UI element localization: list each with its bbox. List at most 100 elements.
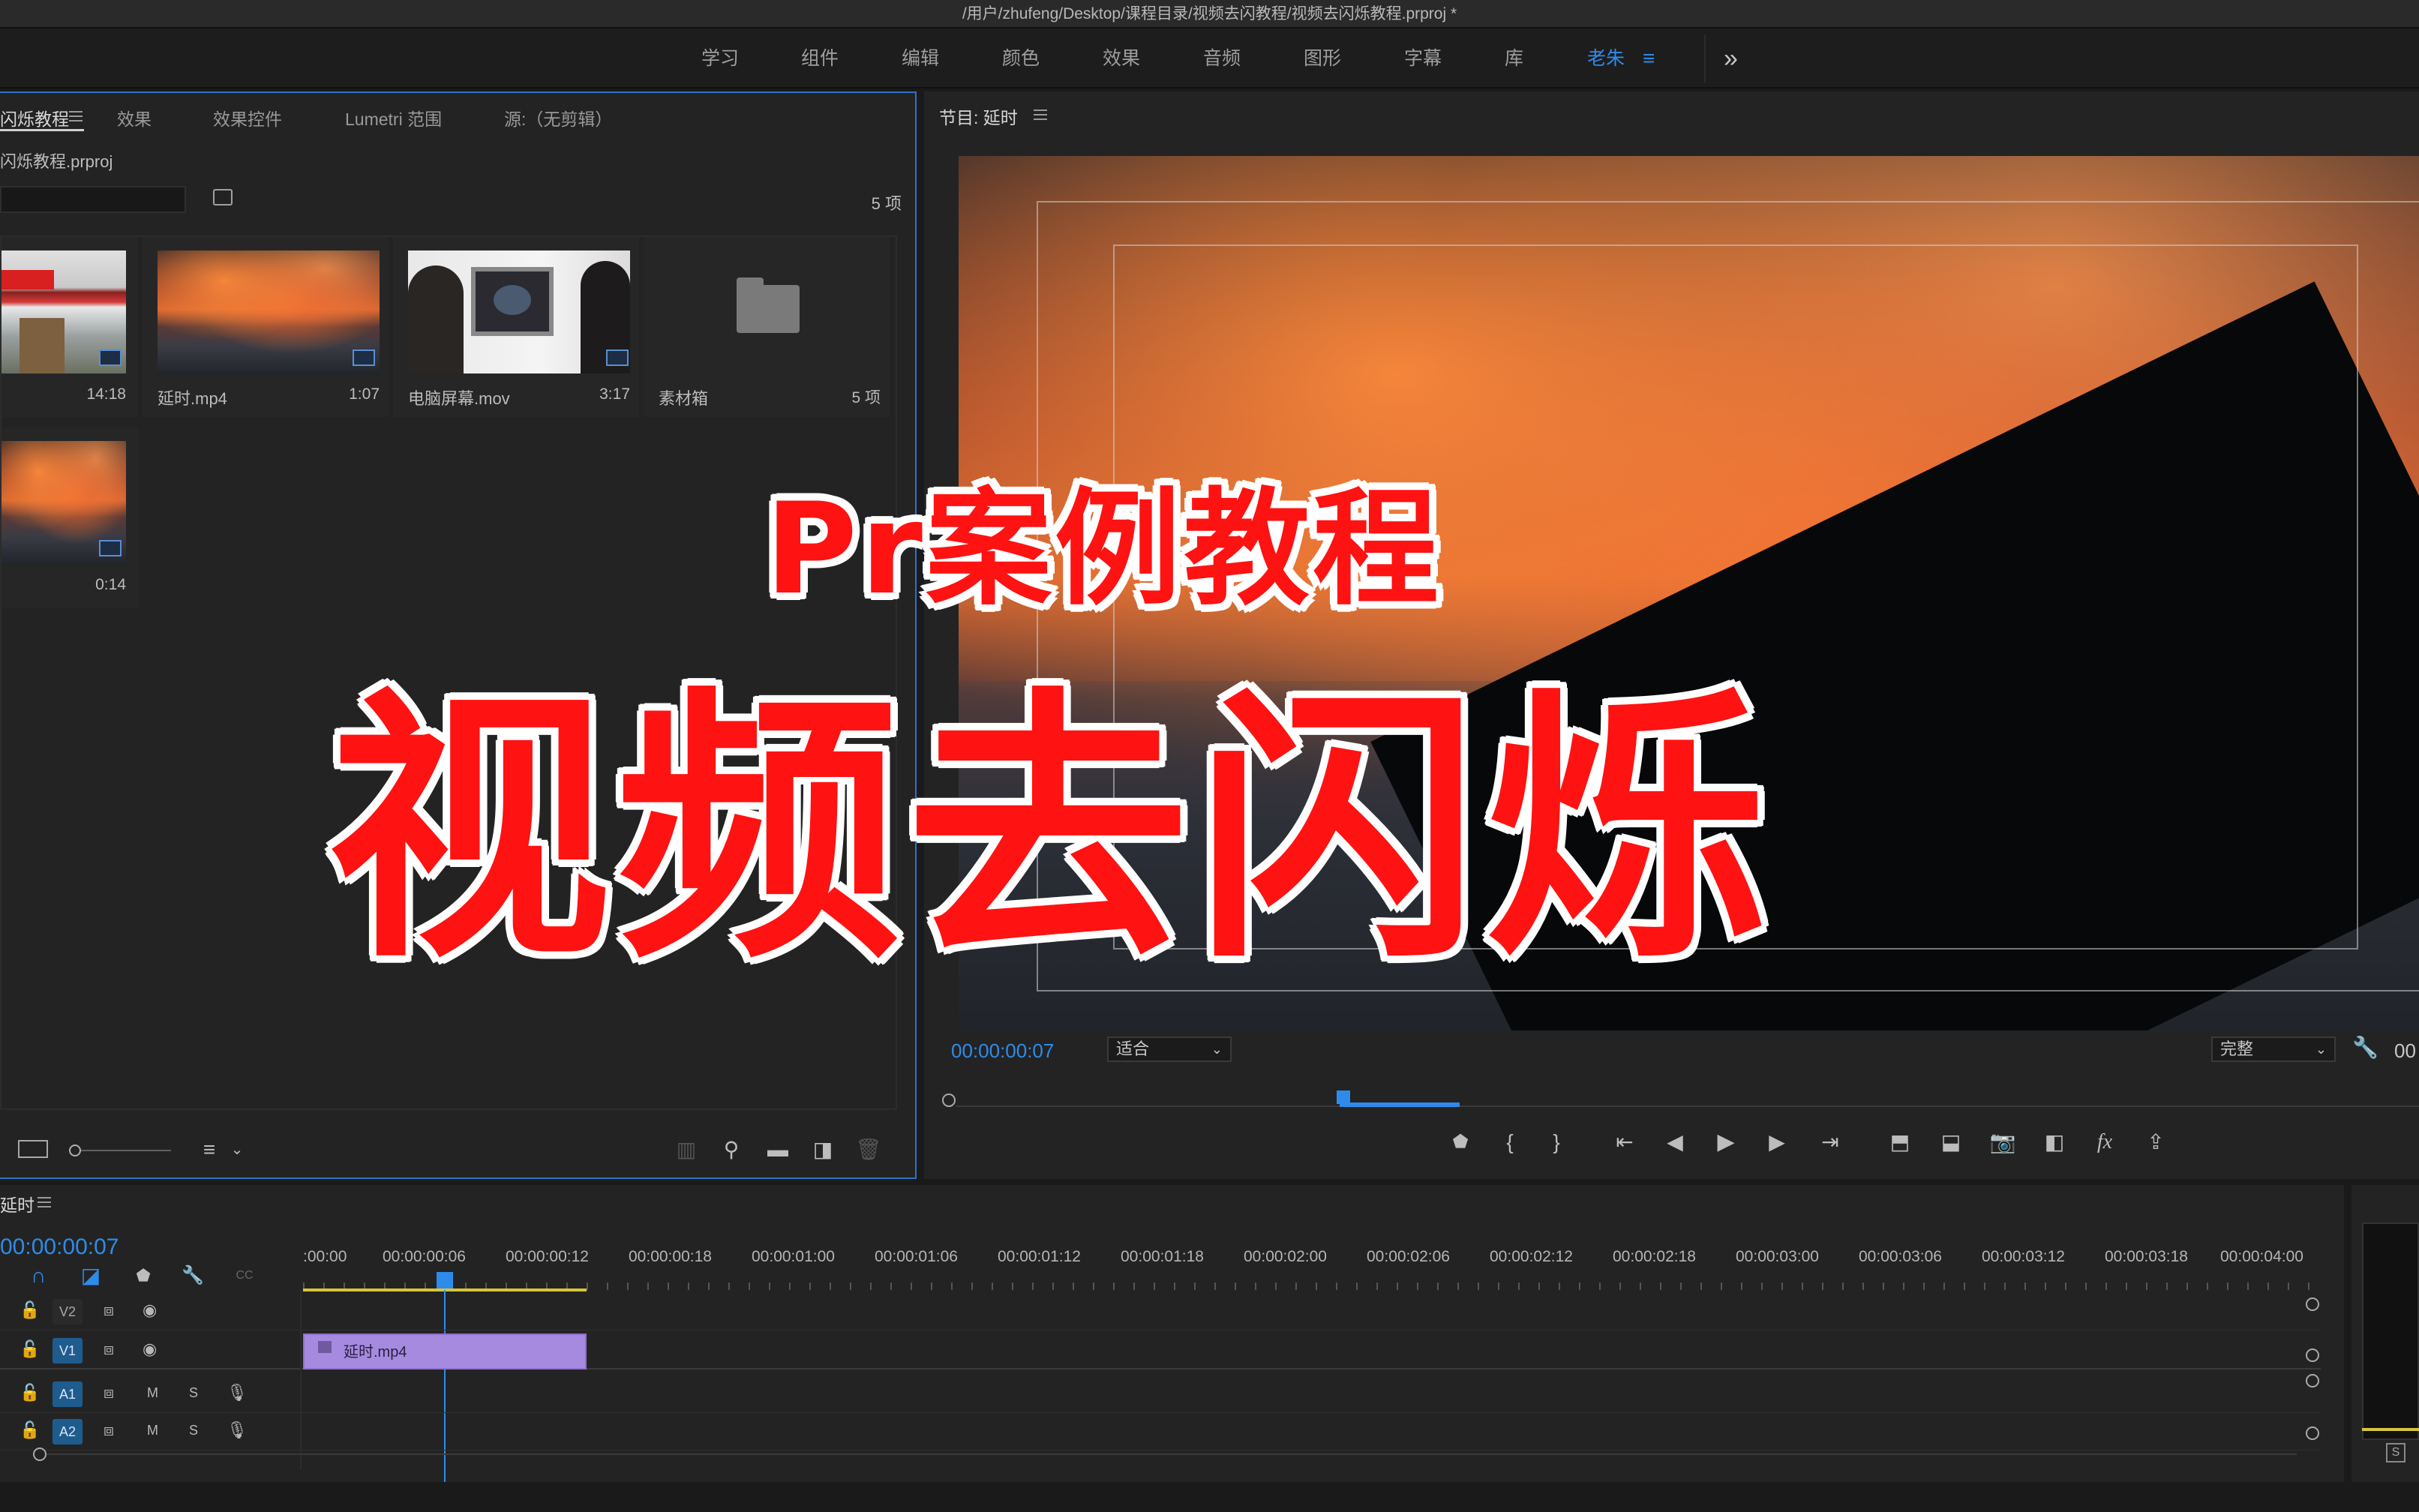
fx-icon[interactable]: fx	[2091, 1131, 2118, 1154]
snap-icon[interactable]: ∩	[27, 1264, 50, 1287]
go-to-in-icon[interactable]: ⇤	[1611, 1131, 1638, 1154]
timeline-settings-icon[interactable]: 🔧	[182, 1264, 204, 1287]
mark-out-icon[interactable]: }	[1545, 1131, 1568, 1154]
tab-project[interactable]: 闪烁教程	[0, 105, 69, 130]
track-a1[interactable]: 🔓 A1 ⧈ M S 🎙	[0, 1376, 2321, 1413]
sort-icon[interactable]: ≡	[198, 1138, 221, 1161]
chevron-down-icon[interactable]: ⌄	[228, 1138, 246, 1161]
lock-icon[interactable]: 🔓	[20, 1338, 40, 1360]
new-item-icon[interactable]: ◨	[812, 1138, 834, 1161]
comparison-view-icon[interactable]: ◧	[2040, 1131, 2069, 1154]
lock-icon[interactable]: 🔓	[20, 1382, 40, 1404]
horizontal-scroll-handle[interactable]	[33, 1448, 47, 1461]
mark-in-icon[interactable]: {	[1499, 1131, 1521, 1154]
workspace-assembly[interactable]: 组件	[801, 44, 839, 74]
solo-button[interactable]: S	[189, 1382, 198, 1404]
lift-icon[interactable]: ⬒	[1886, 1131, 1914, 1154]
panel-menu-icon[interactable]	[38, 1197, 51, 1208]
vertical-scroll-handle-mid[interactable]	[2306, 1348, 2319, 1362]
step-back-icon[interactable]: ◀	[1664, 1131, 1686, 1154]
tab-source[interactable]: 源:（无剪辑）	[504, 105, 612, 130]
workspace-audio[interactable]: 音频	[1203, 44, 1241, 74]
workspace-graphics[interactable]: 图形	[1304, 44, 1341, 74]
project-item-computer-screen[interactable]: 电脑屏幕.mov 3:17	[393, 237, 639, 417]
program-monitor-title[interactable]: 节目: 延时	[939, 104, 1018, 129]
tab-effect-controls[interactable]: 效果控件	[213, 105, 282, 130]
export-frame-icon[interactable]: 📷	[1989, 1131, 2016, 1154]
captions-icon[interactable]: CC	[231, 1264, 258, 1287]
project-item-sequence[interactable]: 0:14	[2, 428, 138, 608]
workspace-editing[interactable]: 编辑	[902, 44, 939, 74]
vertical-scroll-handle-top[interactable]	[2306, 1298, 2319, 1311]
time-ruler[interactable]: :00:00 00:00:00:06 00:00:00:12 00:00:00:…	[303, 1248, 2321, 1293]
program-mini-ruler[interactable]	[942, 1088, 2419, 1112]
program-timecode[interactable]: 00:00:00:07	[951, 1040, 1054, 1063]
track-target-v2[interactable]: V2	[53, 1299, 83, 1324]
sync-lock-icon[interactable]: ⧈	[104, 1382, 114, 1404]
trash-icon[interactable]: 🗑	[855, 1138, 882, 1161]
zoom-slider-track[interactable]	[81, 1150, 171, 1151]
video-clip[interactable]: 延时.mp4	[303, 1334, 587, 1370]
microphone-icon[interactable]: 🎙	[227, 1382, 248, 1404]
workspace-learn[interactable]: 学习	[701, 44, 739, 74]
program-playhead[interactable]	[1337, 1090, 1350, 1104]
linked-selection-icon[interactable]: ◪	[80, 1264, 102, 1287]
wrench-icon[interactable]: 🔧	[2352, 1036, 2378, 1059]
extract-icon[interactable]: ⬓	[1937, 1131, 1965, 1154]
mute-button[interactable]: M	[147, 1419, 158, 1442]
eye-icon[interactable]: ◉	[143, 1299, 157, 1322]
track-target-a1[interactable]: A1	[53, 1382, 83, 1407]
zoom-slider-handle[interactable]	[69, 1144, 81, 1156]
add-marker-icon[interactable]: ⬟	[132, 1264, 155, 1287]
track-v2[interactable]: 🔓 V2 ⧈ ◉	[0, 1293, 2321, 1330]
quality-select[interactable]: 完整 ⌄	[2211, 1036, 2336, 1062]
automate-icon[interactable]: ▥	[674, 1138, 699, 1161]
timeline-timecode[interactable]: 00:00:00:07	[0, 1234, 119, 1260]
workspace-menu-icon[interactable]: ≡	[1643, 44, 1655, 74]
timeline-playhead-handle[interactable]	[437, 1272, 453, 1288]
tab-effects[interactable]: 效果	[117, 105, 152, 130]
search-input[interactable]	[0, 186, 186, 213]
zoom-select[interactable]: 适合 ⌄	[1107, 1036, 1232, 1062]
audio-scroll-handle-top[interactable]	[2306, 1374, 2319, 1388]
step-forward-icon[interactable]: ▶	[1766, 1131, 1788, 1154]
sequence-tab[interactable]: 延时	[0, 1191, 35, 1216]
freeform-view-icon[interactable]	[18, 1140, 48, 1158]
panel-menu-icon[interactable]	[69, 111, 83, 122]
track-a2[interactable]: 🔓 A2 ⧈ M S 🎙	[0, 1413, 2321, 1450]
mute-button[interactable]: M	[147, 1382, 158, 1404]
panel-menu-icon[interactable]	[1034, 110, 1047, 120]
add-marker-icon[interactable]: ⬟	[1449, 1131, 1472, 1154]
track-target-v1[interactable]: V1	[53, 1338, 83, 1364]
lock-icon[interactable]: 🔓	[20, 1299, 40, 1322]
sync-lock-icon[interactable]: ⧈	[104, 1338, 114, 1360]
audio-scroll-handle-bottom[interactable]	[2306, 1426, 2319, 1440]
track-v1[interactable]: 🔓 V1 ⧈ ◉ 延时.mp4	[0, 1332, 2321, 1370]
go-to-out-icon[interactable]: ⇥	[1817, 1131, 1844, 1154]
project-item-bin[interactable]: 素材箱 5 项	[644, 237, 890, 417]
solo-button[interactable]: S	[189, 1419, 198, 1442]
workspace-libraries[interactable]: 库	[1505, 44, 1523, 74]
new-bin-icon[interactable]: ▬	[765, 1138, 791, 1161]
workspace-effects[interactable]: 效果	[1103, 44, 1140, 74]
workspace-more-icon[interactable]: »	[1724, 44, 1738, 74]
track-target-a2[interactable]: A2	[53, 1419, 83, 1444]
share-icon[interactable]: ⇪	[2142, 1131, 2169, 1154]
project-item-timelapse[interactable]: 延时.mp4 1:07	[143, 237, 389, 417]
eye-icon[interactable]: ◉	[143, 1338, 157, 1360]
workspace-color[interactable]: 颜色	[1002, 44, 1040, 74]
horizontal-scrollbar[interactable]	[47, 1454, 2297, 1455]
play-icon[interactable]: ▶	[1715, 1131, 1737, 1154]
solo-meter-button[interactable]: S	[2386, 1443, 2405, 1462]
sync-lock-icon[interactable]: ⧈	[104, 1419, 114, 1442]
lock-icon[interactable]: 🔓	[20, 1419, 40, 1442]
tab-lumetri-scopes[interactable]: Lumetri 范围	[345, 105, 442, 130]
search-filter-icon[interactable]	[213, 189, 233, 206]
workspace-custom-active[interactable]: 老朱	[1587, 44, 1625, 74]
playhead-start-handle[interactable]	[942, 1094, 956, 1107]
sync-lock-icon[interactable]: ⧈	[104, 1299, 114, 1322]
workspace-captions[interactable]: 字幕	[1404, 44, 1442, 74]
project-item-street-clip[interactable]: 14:18	[2, 237, 138, 417]
find-icon[interactable]: ⚲	[720, 1138, 743, 1161]
microphone-icon[interactable]: 🎙	[227, 1419, 248, 1442]
